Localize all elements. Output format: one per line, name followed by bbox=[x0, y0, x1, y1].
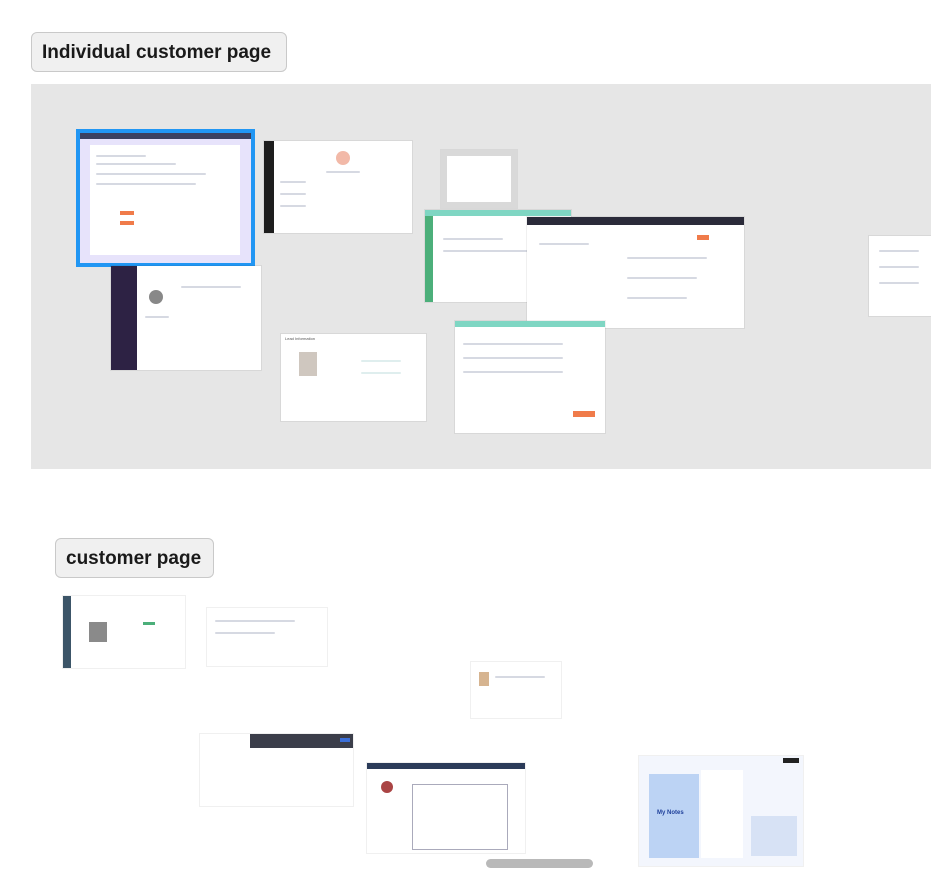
thumbnail-phone-right bbox=[701, 770, 743, 858]
thumbnail-button bbox=[573, 411, 595, 417]
thumbnail-line bbox=[463, 357, 563, 359]
thumbnail-line bbox=[280, 193, 306, 195]
thumbnail-tag bbox=[120, 221, 134, 225]
horizontal-scrollbar[interactable] bbox=[486, 859, 593, 868]
thumbnail-line bbox=[96, 173, 206, 175]
thumbnail-avatar bbox=[149, 290, 163, 304]
thumbnail-tag bbox=[143, 622, 155, 625]
section-label-individual-customer-page[interactable]: Individual customer page bbox=[31, 32, 287, 72]
thumbnail-contact-summary[interactable] bbox=[471, 662, 561, 718]
thumbnail-line bbox=[463, 371, 563, 373]
thumbnail-line bbox=[443, 250, 533, 252]
thumbnail-line bbox=[495, 676, 545, 678]
thumbnail-header bbox=[250, 734, 353, 748]
thumbnail-line bbox=[443, 238, 503, 240]
thumbnail-line bbox=[145, 316, 169, 318]
thumbnail-line bbox=[215, 620, 295, 622]
thumbnail-avatar bbox=[381, 781, 393, 793]
thumbnail-line bbox=[539, 243, 589, 245]
thumbnail-keyboard bbox=[751, 816, 797, 856]
thumbnail-contact-list-profile[interactable] bbox=[264, 141, 412, 233]
thumbnail-line bbox=[96, 183, 196, 185]
thumbnail-sidebar bbox=[63, 596, 71, 668]
thumbnail-line bbox=[627, 297, 687, 299]
thumbnail-my-notes-app[interactable]: My Notes bbox=[639, 756, 803, 866]
thumbnail-small-dashboard[interactable] bbox=[441, 150, 517, 208]
section-label-customer-page[interactable]: customer page bbox=[55, 538, 214, 578]
thumbnail-line bbox=[96, 155, 146, 157]
thumbnail-tag bbox=[120, 211, 134, 215]
thumbnail-header bbox=[527, 217, 744, 225]
thumbnail-header bbox=[425, 210, 571, 216]
thumbnail-name bbox=[326, 171, 360, 173]
thumbnail-line bbox=[280, 181, 306, 183]
thumbnail-crm-dark-sidebar[interactable] bbox=[63, 596, 185, 668]
thumbnail-line bbox=[627, 257, 707, 259]
canvas-section-individual-customer-page[interactable]: Lead Information bbox=[31, 84, 931, 469]
thumbnail-panel bbox=[447, 156, 511, 202]
thumbnail-line bbox=[879, 250, 919, 252]
thumbnail-profile-overlay[interactable] bbox=[200, 734, 353, 806]
thumbnail-line bbox=[361, 360, 401, 362]
thumbnail-line bbox=[181, 286, 241, 288]
thumbnail-header bbox=[367, 763, 525, 769]
thumbnail-green-contact-table[interactable] bbox=[455, 321, 605, 433]
thumbnail-compose-window bbox=[413, 785, 507, 849]
thumbnail-top-bar bbox=[80, 133, 251, 139]
thumbnail-line bbox=[215, 632, 275, 634]
thumbnail-line bbox=[361, 372, 401, 374]
thumbnail-panel bbox=[90, 145, 240, 255]
thumbnail-sidebar bbox=[111, 266, 137, 370]
thumbnail-line bbox=[627, 277, 697, 279]
thumbnail-line bbox=[879, 282, 919, 284]
thumbnail-detail-grid[interactable] bbox=[207, 608, 327, 666]
thumbnail-title: Lead Information bbox=[285, 336, 316, 341]
thumbnail-button bbox=[783, 758, 799, 763]
thumbnail-line bbox=[280, 205, 306, 207]
thumbnail-lead-information[interactable]: Lead Information bbox=[281, 334, 426, 421]
thumbnail-photo bbox=[299, 352, 317, 376]
thumbnail-button bbox=[697, 235, 709, 240]
thumbnail-line bbox=[879, 266, 919, 268]
thumbnail-activity-timeline[interactable] bbox=[527, 217, 744, 328]
thumbnail-avatar bbox=[479, 672, 489, 686]
thumbnail-button bbox=[340, 738, 350, 742]
thumbnail-email-compose[interactable] bbox=[367, 763, 525, 853]
thumbnail-photo bbox=[89, 622, 107, 642]
thumbnail-avatar bbox=[336, 151, 350, 165]
thumbnail-table-right[interactable] bbox=[869, 236, 931, 316]
thumbnail-line bbox=[96, 163, 176, 165]
canvas-section-customer-page[interactable]: My Notes bbox=[55, 591, 838, 878]
thumbnail-line bbox=[463, 343, 563, 345]
thumbnail-phone-left bbox=[649, 774, 699, 858]
thumbnail-sidebar bbox=[264, 141, 274, 233]
thumbnail-dark-sidebar-profile[interactable] bbox=[111, 266, 261, 370]
thumbnail-header bbox=[455, 321, 605, 327]
thumbnail-customer-profile-crm[interactable] bbox=[76, 129, 255, 267]
thumbnail-sidebar bbox=[425, 216, 433, 302]
thumbnail-title: My Notes bbox=[657, 810, 684, 816]
